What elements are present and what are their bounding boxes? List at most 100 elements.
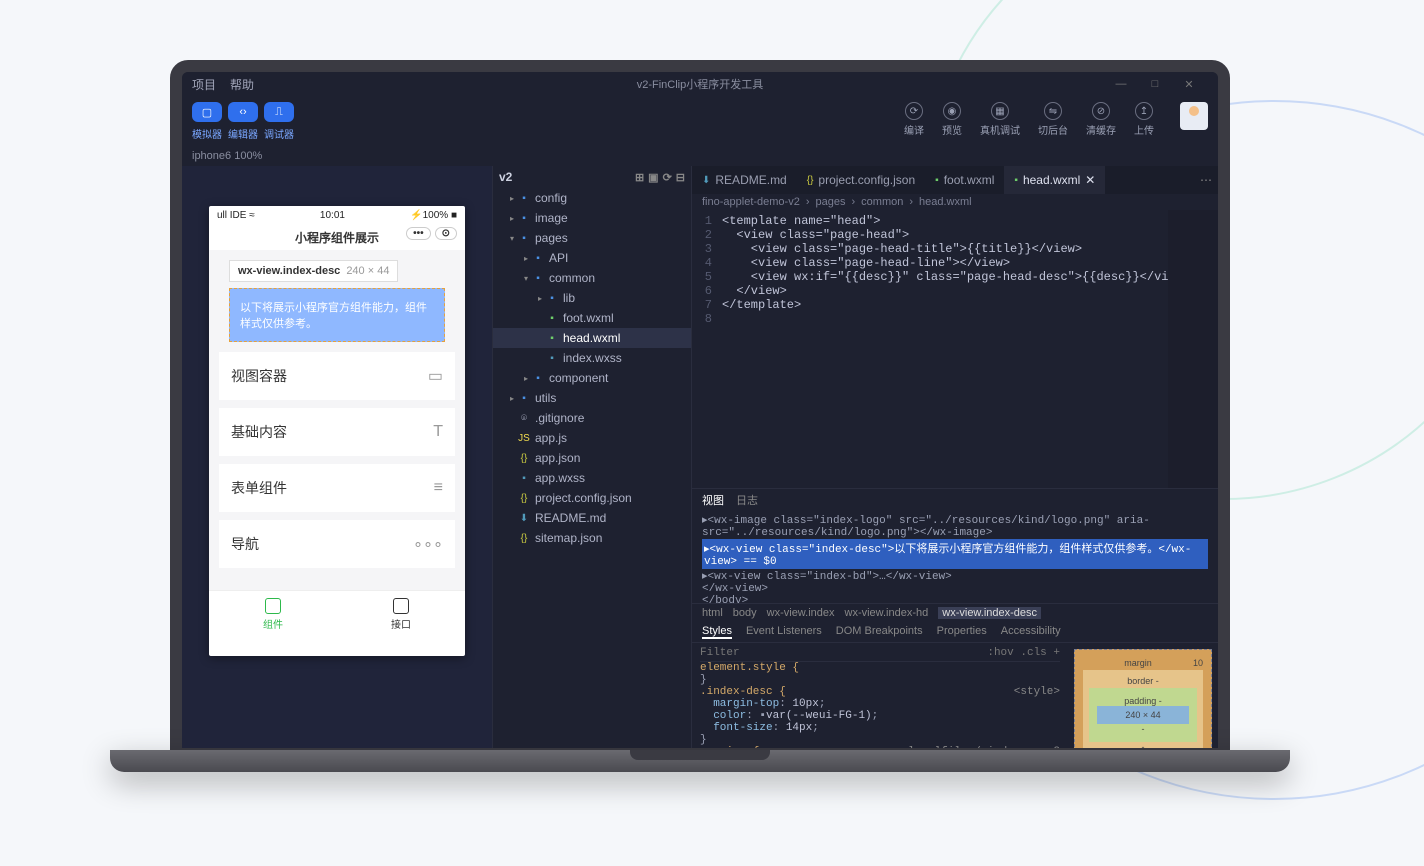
tab-close-icon[interactable]: ✕ xyxy=(1085,173,1095,187)
folder-api[interactable]: ▸▪API xyxy=(493,248,691,268)
folder-config[interactable]: ▸▪config xyxy=(493,188,691,208)
menu-project[interactable]: 项目 xyxy=(192,76,216,93)
avatar[interactable] xyxy=(1180,102,1208,130)
file-app-json[interactable]: {}app.json xyxy=(493,448,691,468)
file-project-config[interactable]: {}project.config.json xyxy=(493,488,691,508)
max-icon[interactable]: □ xyxy=(1148,78,1162,91)
file-head-wxml[interactable]: ▪head.wxml xyxy=(493,328,691,348)
tab-readme[interactable]: ⬇README.md xyxy=(692,166,797,194)
explorer-root[interactable]: v2 xyxy=(499,170,512,184)
phone-frame: ull IDE ≈ 10:01 ⚡100% ■ 小程序组件展示 ••• ⊙ xyxy=(209,206,465,656)
tab-head[interactable]: ▪head.wxml✕ xyxy=(1004,166,1105,194)
styles-tab[interactable]: Styles xyxy=(702,625,732,639)
capsule-more-icon[interactable]: ••• xyxy=(406,227,431,240)
a11y-tab[interactable]: Accessibility xyxy=(1001,625,1061,639)
folder-image[interactable]: ▸▪image xyxy=(493,208,691,228)
pill-debugger[interactable]: ⎍ xyxy=(264,102,294,122)
toolbar: ▢ ‹› ⎍ 模拟器 编辑器 调试器 ⟳编译 ◉预览 ▦真机调试 ⇋切后台 ⊘ xyxy=(182,96,1218,146)
min-icon[interactable]: — xyxy=(1114,78,1128,91)
action-remote[interactable]: ▦真机调试 xyxy=(980,102,1020,137)
list-item[interactable]: 视图容器▭ xyxy=(219,352,455,400)
grid-icon xyxy=(265,598,281,614)
folder-utils[interactable]: ▸▪utils xyxy=(493,388,691,408)
api-icon xyxy=(393,598,409,614)
new-folder-icon[interactable]: ▣ xyxy=(648,171,658,184)
window-title: v2-FinClip小程序开发工具 xyxy=(182,76,1218,92)
menu-help[interactable]: 帮助 xyxy=(230,76,254,93)
file-gitignore[interactable]: ⌾.gitignore xyxy=(493,408,691,428)
devtools-tab-log[interactable]: 日志 xyxy=(736,492,758,508)
folder-pages[interactable]: ▾▪pages xyxy=(493,228,691,248)
label-editor: 编辑器 xyxy=(228,126,258,141)
cls-toggle[interactable]: .cls xyxy=(1020,647,1046,659)
capsule-close-icon[interactable]: ⊙ xyxy=(435,227,457,240)
tab-api[interactable]: 接口 xyxy=(337,591,465,638)
code-editor[interactable]: 1<template name="head"> 2 <view class="p… xyxy=(692,210,1218,488)
new-file-icon[interactable]: ⊞ xyxy=(635,171,644,184)
form-icon: ≡ xyxy=(434,479,443,497)
close-icon[interactable]: ✕ xyxy=(1182,78,1196,91)
laptop-frame: 项目 帮助 v2-FinClip小程序开发工具 — □ ✕ ▢ ‹› ⎍ xyxy=(170,60,1230,780)
device-label: iphone6 100% xyxy=(192,150,262,162)
tab-components[interactable]: 组件 xyxy=(209,591,337,638)
status-time: 10:01 xyxy=(320,210,345,221)
action-preview[interactable]: ◉预览 xyxy=(942,102,962,137)
action-switch[interactable]: ⇋切后台 xyxy=(1038,102,1068,137)
add-rule-icon[interactable]: + xyxy=(1053,647,1060,659)
file-sitemap[interactable]: {}sitemap.json xyxy=(493,528,691,548)
nav-icon: ∘∘∘ xyxy=(413,534,443,554)
folder-lib[interactable]: ▸▪lib xyxy=(493,288,691,308)
filter-input[interactable]: Filter xyxy=(700,647,740,659)
pill-editor[interactable]: ‹› xyxy=(228,102,258,122)
box-model: margin 10 border - padding - 240 × 44 - xyxy=(1068,643,1218,748)
refresh-icon[interactable]: ⟳ xyxy=(663,171,672,184)
hov-toggle[interactable]: :hov xyxy=(987,647,1013,659)
properties-tab[interactable]: Properties xyxy=(937,625,987,639)
folder-common[interactable]: ▾▪common xyxy=(493,268,691,288)
list-item[interactable]: 导航∘∘∘ xyxy=(219,520,455,568)
file-foot-wxml[interactable]: ▪foot.wxml xyxy=(493,308,691,328)
action-compile[interactable]: ⟳编译 xyxy=(904,102,924,137)
devtools-tab-view[interactable]: 视图 xyxy=(702,492,724,508)
device-bar[interactable]: iphone6 100% xyxy=(182,146,1218,166)
tab-foot[interactable]: ▪foot.wxml xyxy=(925,166,1004,194)
folder-component[interactable]: ▸▪component xyxy=(493,368,691,388)
action-upload[interactable]: ↥上传 xyxy=(1134,102,1154,137)
devtools: 视图 日志 ▸<wx-image class="index-logo" src=… xyxy=(692,488,1218,748)
breadcrumb[interactable]: fino-applet-demo-v2›pages›common›head.wx… xyxy=(692,194,1218,210)
ide-window: 项目 帮助 v2-FinClip小程序开发工具 — □ ✕ ▢ ‹› ⎍ xyxy=(182,72,1218,748)
dom-selected-node[interactable]: ▸<wx-view class="index-desc">以下将展示小程序官方组… xyxy=(702,539,1208,569)
file-app-wxss[interactable]: ▪app.wxss xyxy=(493,468,691,488)
miniapp-title: 小程序组件展示 xyxy=(295,231,379,245)
status-battery: ⚡100% ■ xyxy=(410,210,457,221)
breakpoints-tab[interactable]: DOM Breakpoints xyxy=(836,625,923,639)
styles-panel[interactable]: Filter :hov .cls + element.style { } <st… xyxy=(692,643,1068,748)
action-cache[interactable]: ⊘清缓存 xyxy=(1086,102,1116,137)
container-icon: ▭ xyxy=(428,366,443,386)
file-app-js[interactable]: JSapp.js xyxy=(493,428,691,448)
inspect-tooltip: wx-view.index-desc240 × 44 xyxy=(229,260,398,282)
list-item[interactable]: 表单组件≡ xyxy=(219,464,455,512)
pill-simulator[interactable]: ▢ xyxy=(192,102,222,122)
box-model-content: 240 × 44 xyxy=(1097,706,1189,724)
tab-more-icon[interactable]: ⋯ xyxy=(1194,173,1218,187)
file-readme[interactable]: ⬇README.md xyxy=(493,508,691,528)
dom-tree[interactable]: ▸<wx-image class="index-logo" src="../re… xyxy=(692,511,1218,603)
status-carrier: ull IDE ≈ xyxy=(217,210,255,221)
file-index-wxss[interactable]: ▪index.wxss xyxy=(493,348,691,368)
editor-area: ⬇README.md {}project.config.json ▪foot.w… xyxy=(692,166,1218,748)
minimap[interactable] xyxy=(1168,210,1218,488)
tab-project-config[interactable]: {}project.config.json xyxy=(797,166,925,194)
list-item[interactable]: 基础内容T xyxy=(219,408,455,456)
inspect-highlight: 以下将展示小程序官方组件能力，组件样式仅供参考。 xyxy=(229,288,445,342)
file-explorer: v2 ⊞ ▣ ⟳ ⊟ ▸▪config ▸▪image ▾▪pages ▸▪AP… xyxy=(492,166,692,748)
editor-tabbar: ⬇README.md {}project.config.json ▪foot.w… xyxy=(692,166,1218,194)
text-icon: T xyxy=(433,423,443,441)
menubar: 项目 帮助 v2-FinClip小程序开发工具 — □ ✕ xyxy=(182,72,1218,96)
collapse-icon[interactable]: ⊟ xyxy=(676,171,685,184)
label-debugger: 调试器 xyxy=(264,126,294,141)
label-simulator: 模拟器 xyxy=(192,126,222,141)
dom-breadcrumb[interactable]: html body wx-view.index wx-view.index-hd… xyxy=(692,603,1218,622)
simulator-panel: ull IDE ≈ 10:01 ⚡100% ■ 小程序组件展示 ••• ⊙ xyxy=(182,166,492,748)
listeners-tab[interactable]: Event Listeners xyxy=(746,625,822,639)
